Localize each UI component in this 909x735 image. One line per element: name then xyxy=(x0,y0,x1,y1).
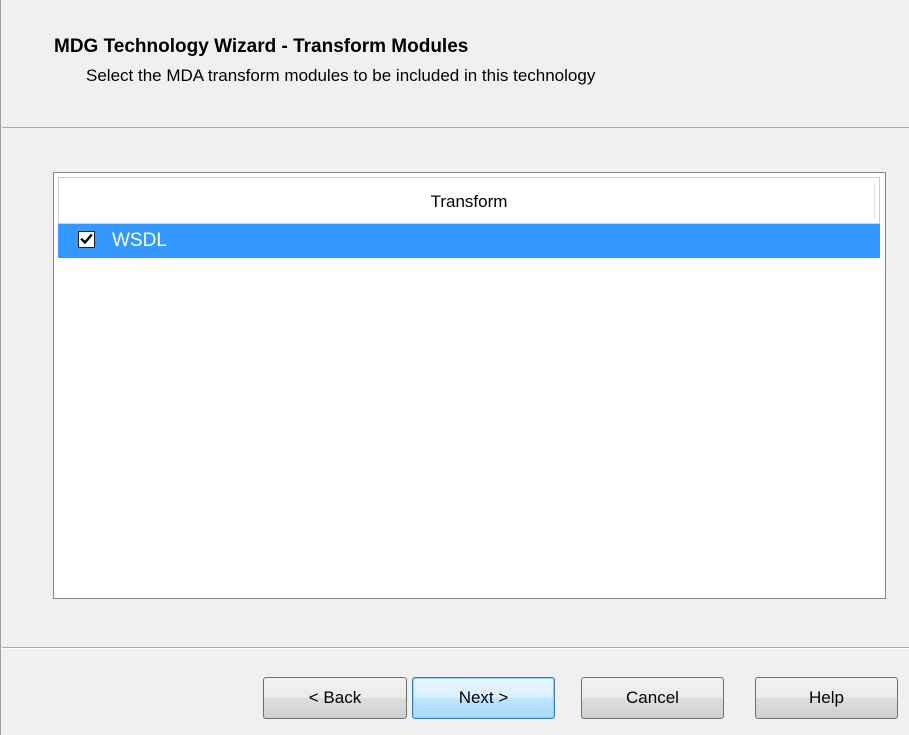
column-header-transform[interactable]: Transform xyxy=(58,177,880,224)
column-divider xyxy=(874,184,875,218)
wizard-title: MDG Technology Wizard - Transform Module… xyxy=(54,36,469,57)
checkmark-icon xyxy=(80,233,93,245)
column-header-label: Transform xyxy=(430,192,508,211)
cancel-button[interactable]: Cancel xyxy=(581,677,724,719)
wizard-window: MDG Technology Wizard - Transform Module… xyxy=(0,0,909,735)
list-item-wsdl[interactable]: WSDL xyxy=(58,224,880,258)
footer-divider-highlight xyxy=(2,648,909,649)
wsdl-checkbox[interactable] xyxy=(78,231,95,248)
list-item-label: WSDL xyxy=(112,230,167,251)
transform-list[interactable]: Transform WSDL xyxy=(53,172,886,599)
wizard-subtitle: Select the MDA transform modules to be i… xyxy=(86,66,596,85)
help-button[interactable]: Help xyxy=(755,677,898,719)
wizard-header: MDG Technology Wizard - Transform Module… xyxy=(2,0,909,128)
back-button[interactable]: < Back xyxy=(263,677,407,719)
next-button[interactable]: Next > xyxy=(412,677,555,719)
